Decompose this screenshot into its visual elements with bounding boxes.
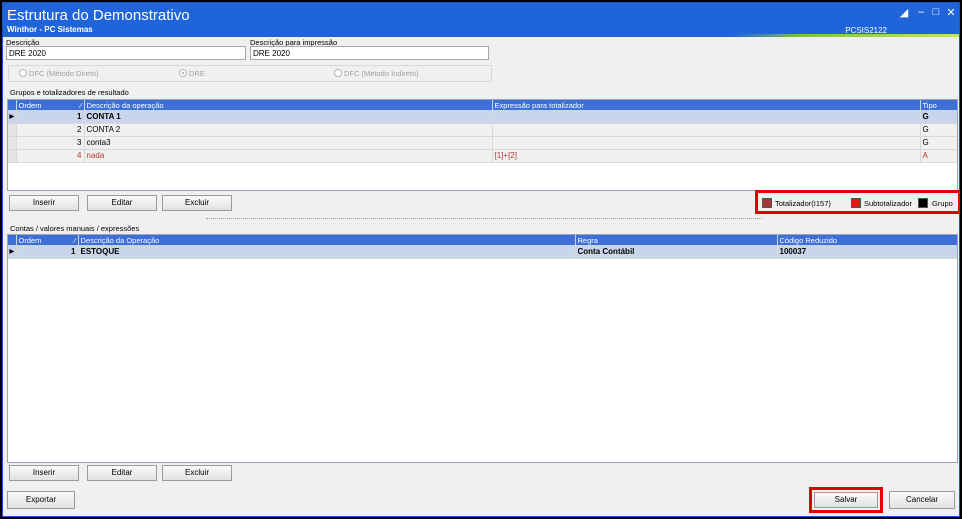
cell-ordem: 3 xyxy=(16,136,85,150)
col-tipo[interactable]: Tipo xyxy=(920,100,957,110)
grupo-swatch xyxy=(918,198,928,208)
row-indicator-icon: ▶ xyxy=(8,110,17,124)
contas-grid: Ordem ⁄ Descrição da Operação Regra Códig… xyxy=(7,234,958,463)
grupos-grid: Ordem ⁄ Descrição da operação Expressão p… xyxy=(7,99,958,191)
grupos-section-label: Grupos e totalizadores de resultado xyxy=(10,88,129,97)
cell-descricao: ESTOQUE xyxy=(78,245,576,259)
cell-descricao: conta3 xyxy=(84,136,493,150)
sort-icon: ⁄ xyxy=(74,235,76,245)
cell-tipo: A xyxy=(920,149,957,163)
grupos-excluir-button[interactable]: Excluir xyxy=(162,195,232,211)
cell-expressao xyxy=(492,123,921,137)
col-codigo-reduzido[interactable]: Código Reduzido xyxy=(777,235,957,245)
panel-splitter[interactable] xyxy=(206,218,762,221)
cell-expressao xyxy=(492,136,921,150)
cell-ordem: 4 xyxy=(16,149,85,163)
restore-icon[interactable]: ◢ xyxy=(897,6,911,19)
minimize-icon[interactable]: – xyxy=(914,6,928,18)
col-ordem[interactable]: Ordem ⁄ xyxy=(16,235,79,245)
window: Estrutura do Demonstrativo Winthor - PC … xyxy=(2,2,960,517)
col-ordem[interactable]: Ordem ⁄ xyxy=(16,100,85,110)
tipo-demonstrativo-radio-group: DFC (Método Direto) DRE DFC (Método Indi… xyxy=(8,65,492,82)
col-expressao[interactable]: Expressão para totalizador xyxy=(492,100,921,110)
row-indicator-icon: ▶ xyxy=(8,245,17,259)
maximize-icon[interactable]: □ xyxy=(929,6,943,18)
grupos-inserir-button[interactable]: Inserir xyxy=(9,195,79,211)
table-row[interactable]: ▶ 1 ESTOQUE Conta Contábil 100037 xyxy=(8,245,957,259)
legend: Totalizador(I157) Subtotalizador Grupo xyxy=(755,190,959,214)
col-descricao[interactable]: Descrição da operação xyxy=(84,100,493,110)
cell-ordem: 1 xyxy=(16,245,79,259)
indicator-header xyxy=(8,100,17,110)
impressao-input[interactable]: DRE 2020 xyxy=(250,46,489,60)
cell-tipo: G xyxy=(920,136,957,150)
contas-header-row: Ordem ⁄ Descrição da Operação Regra Códig… xyxy=(8,235,957,245)
indicator-header xyxy=(8,235,17,245)
grupos-editar-button[interactable]: Editar xyxy=(87,195,157,211)
contas-inserir-button[interactable]: Inserir xyxy=(9,465,79,481)
close-icon[interactable]: ✕ xyxy=(944,6,958,19)
radio-dfc-indireto[interactable]: DFC (Método Indireto) xyxy=(334,69,419,78)
title-bar: Estrutura do Demonstrativo Winthor - PC … xyxy=(3,3,959,37)
subtotalizador-swatch xyxy=(851,198,861,208)
cell-codigo: 100037 xyxy=(777,245,957,259)
table-row[interactable]: ▶ 1 CONTA 1 G xyxy=(8,110,957,124)
contas-editar-button[interactable]: Editar xyxy=(87,465,157,481)
cell-regra: Conta Contábil xyxy=(575,245,778,259)
exportar-button[interactable]: Exportar xyxy=(7,491,75,509)
table-row[interactable]: 2 CONTA 2 G xyxy=(8,123,957,137)
descricao-input[interactable]: DRE 2020 xyxy=(6,46,246,60)
cell-expressao: [1]+[2] xyxy=(492,149,921,163)
cell-expressao xyxy=(492,110,921,124)
col-regra[interactable]: Regra xyxy=(575,235,778,245)
cell-tipo: G xyxy=(920,123,957,137)
sort-icon: ⁄ xyxy=(80,100,82,110)
window-title: Estrutura do Demonstrativo xyxy=(7,7,190,24)
col-descricao-operacao[interactable]: Descrição da Operação xyxy=(78,235,576,245)
table-row[interactable]: 4 nada [1]+[2] A xyxy=(8,149,957,163)
radio-dre[interactable]: DRE xyxy=(179,69,205,78)
contas-excluir-button[interactable]: Excluir xyxy=(162,465,232,481)
salvar-button[interactable]: Salvar xyxy=(814,492,878,508)
contas-section-label: Contas / valores manuais / expressões xyxy=(10,224,140,233)
cell-tipo: G xyxy=(920,110,957,124)
legend-grupo: Grupo xyxy=(932,199,953,208)
grupos-header-row: Ordem ⁄ Descrição da operação Expressão p… xyxy=(8,100,957,110)
title-accent-line xyxy=(733,34,959,37)
cell-ordem: 1 xyxy=(16,110,85,124)
window-subtitle: Winthor - PC Sistemas xyxy=(7,25,93,34)
cell-descricao: CONTA 1 xyxy=(84,110,493,124)
totalizador-swatch xyxy=(762,198,772,208)
table-row[interactable]: 3 conta3 G xyxy=(8,136,957,150)
cell-descricao: CONTA 2 xyxy=(84,123,493,137)
radio-dfc-direto[interactable]: DFC (Método Direto) xyxy=(19,69,99,78)
legend-totalizador: Totalizador(I157) xyxy=(775,199,831,208)
cell-descricao: nada xyxy=(84,149,493,163)
cell-ordem: 2 xyxy=(16,123,85,137)
cancelar-button[interactable]: Cancelar xyxy=(889,491,955,509)
legend-subtotalizador: Subtotalizador xyxy=(864,199,912,208)
